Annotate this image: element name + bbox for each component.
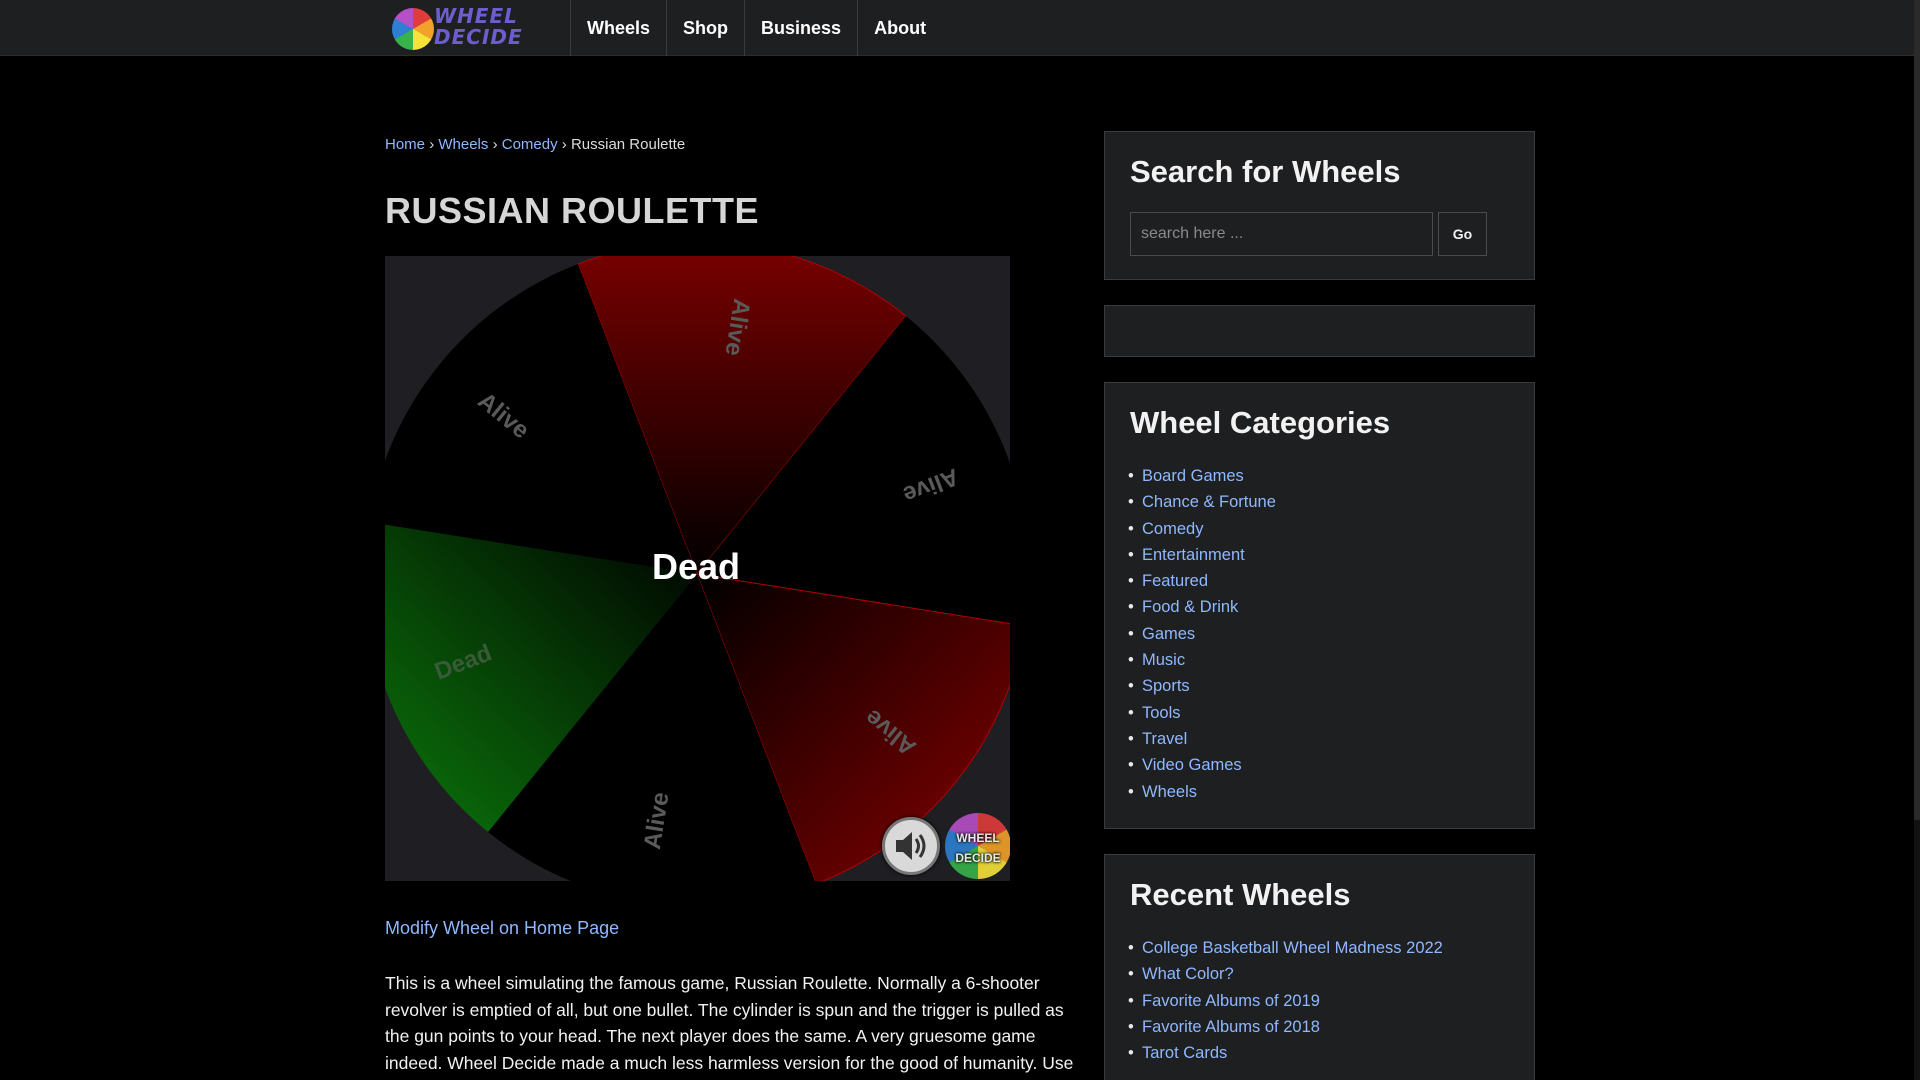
page-title: RUSSIAN ROULETTE xyxy=(385,190,760,231)
category-link[interactable]: Wheels xyxy=(1128,779,1276,806)
nav-about[interactable]: About xyxy=(857,0,942,56)
search-input[interactable] xyxy=(1130,212,1433,256)
recent-wheels-list: College Basketball Wheel Madness 2022Wha… xyxy=(1128,935,1443,1067)
search-panel-title: Search for Wheels xyxy=(1130,154,1401,189)
page-scrollbar[interactable] xyxy=(1914,0,1920,1080)
top-navigation-bar: WHEEL DECIDE Wheels Shop Business About xyxy=(0,0,1920,56)
speaker-icon[interactable] xyxy=(882,817,940,875)
color-wheel-logo-icon xyxy=(392,8,434,50)
breadcrumb: Home › Wheels › Comedy › Russian Roulett… xyxy=(385,136,685,153)
breadcrumb-separator: › xyxy=(561,136,571,153)
empty-sidebar-panel xyxy=(1104,305,1535,357)
recent-wheel-link[interactable]: Tarot Cards xyxy=(1128,1040,1443,1067)
nav-wheels[interactable]: Wheels xyxy=(570,0,666,56)
category-link[interactable]: Comedy xyxy=(1128,516,1276,543)
spin-wheel-canvas[interactable]: Alive Alive Alive Alive Dead Alive Dead WHEEL… xyxy=(385,256,1010,881)
recent-wheels-panel: Recent Wheels College Basketball Wheel M… xyxy=(1104,854,1535,1080)
categories-title: Wheel Categories xyxy=(1130,405,1391,440)
modify-wheel-link[interactable]: Modify Wheel on Home Page xyxy=(385,918,619,939)
category-link[interactable]: Food & Drink xyxy=(1128,594,1276,621)
category-link[interactable]: Entertainment xyxy=(1128,542,1276,569)
wheel-decide-badge-icon[interactable]: WHEEL DECIDE xyxy=(945,813,1010,879)
category-link[interactable]: Games xyxy=(1128,621,1276,648)
nav-shop[interactable]: Shop xyxy=(666,0,744,56)
category-link[interactable]: Chance & Fortune xyxy=(1128,489,1276,516)
wheel-description: This is a wheel simulating the famous ga… xyxy=(385,973,1074,1073)
logo-line-1: WHEEL xyxy=(434,4,518,28)
breadcrumb-home[interactable]: Home xyxy=(385,136,425,153)
search-go-button[interactable]: Go xyxy=(1438,212,1487,256)
recent-wheel-link[interactable]: Favorite Albums of 2019 xyxy=(1128,988,1443,1015)
wheel-result-text: Dead xyxy=(652,546,740,587)
category-link[interactable]: Video Games xyxy=(1128,752,1276,779)
category-link[interactable]: Board Games xyxy=(1128,463,1276,490)
breadcrumb-category[interactable]: Comedy xyxy=(502,136,558,153)
nav-business[interactable]: Business xyxy=(744,0,857,56)
recent-wheel-link[interactable]: College Basketball Wheel Madness 2022 xyxy=(1128,935,1443,962)
category-link[interactable]: Featured xyxy=(1128,568,1276,595)
breadcrumb-wheels[interactable]: Wheels xyxy=(438,136,488,153)
badge-line-2: DECIDE xyxy=(955,851,1001,865)
breadcrumb-separator: › xyxy=(492,136,502,153)
category-link[interactable]: Tools xyxy=(1128,700,1276,727)
badge-text: WHEEL DECIDE xyxy=(945,831,1010,865)
scrollbar-thumb[interactable] xyxy=(1914,0,1920,820)
breadcrumb-separator: › xyxy=(429,136,439,153)
recent-wheels-title: Recent Wheels xyxy=(1130,877,1351,912)
main-nav: Wheels Shop Business About xyxy=(570,0,942,56)
logo-line-2: DECIDE xyxy=(434,25,523,49)
category-link[interactable]: Music xyxy=(1128,647,1276,674)
category-link[interactable]: Travel xyxy=(1128,726,1276,753)
recent-wheel-link[interactable]: What Color? xyxy=(1128,961,1443,988)
categories-list: Board GamesChance & FortuneComedyEnterta… xyxy=(1128,463,1276,806)
logo-wordmark: WHEEL DECIDE xyxy=(434,6,523,48)
wheel-graphic[interactable]: AliveAliveAliveAliveDeadAlive Dead xyxy=(385,256,1010,881)
category-link[interactable]: Sports xyxy=(1128,673,1276,700)
site-logo[interactable]: WHEEL DECIDE xyxy=(390,4,546,52)
categories-panel: Wheel Categories Board GamesChance & For… xyxy=(1104,382,1535,829)
badge-line-1: WHEEL xyxy=(956,831,1000,845)
breadcrumb-current: Russian Roulette xyxy=(570,136,686,153)
search-panel: Search for Wheels Go xyxy=(1104,131,1535,280)
recent-wheel-link[interactable]: Favorite Albums of 2018 xyxy=(1128,1014,1443,1041)
